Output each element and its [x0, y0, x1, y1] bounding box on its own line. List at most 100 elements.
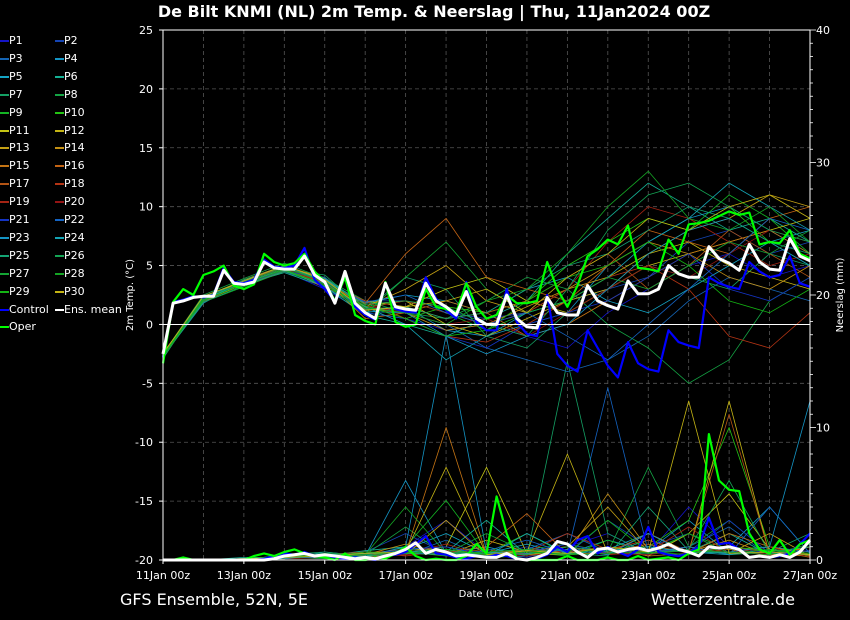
- y2-tick-label: 20: [816, 289, 830, 302]
- legend-swatch: [0, 201, 9, 204]
- x-tick-label: 27Jan 00z: [783, 569, 837, 582]
- legend-swatch: [0, 254, 9, 257]
- legend-label: P30: [64, 284, 85, 298]
- y-tick-label: 20: [139, 83, 153, 96]
- x-tick-label: 13Jan 00z: [217, 569, 271, 582]
- x-tick-label: 21Jan 00z: [540, 569, 594, 582]
- legend-item-p17: P17: [0, 177, 30, 191]
- legend-label: P5: [9, 69, 23, 83]
- grid: [163, 30, 810, 560]
- legend-label: P11: [9, 123, 30, 137]
- legend-swatch: [0, 165, 9, 168]
- legend-label: Ens. mean: [64, 302, 122, 316]
- legend-swatch: [55, 111, 64, 114]
- legend-swatch: [0, 111, 9, 114]
- y2-tick-label: 10: [816, 422, 830, 435]
- site-credit: Wetterzentrale.de: [650, 590, 795, 609]
- legend-label: P12: [64, 123, 85, 137]
- legend-item-control: Control: [0, 303, 49, 317]
- legend-swatch: [0, 308, 9, 311]
- legend-swatch: [0, 57, 9, 60]
- y2-axis-label: Neerslag (mm): [835, 257, 846, 332]
- legend-item-p20: P20: [55, 195, 85, 209]
- legend-label: P7: [9, 87, 23, 101]
- legend-swatch: [0, 183, 9, 186]
- legend-label: P1: [9, 34, 23, 47]
- legend-swatch: [0, 290, 9, 293]
- y2-tick-label: 40: [816, 24, 830, 37]
- legend-item-p22: P22: [55, 213, 85, 227]
- legend-label: P22: [64, 213, 85, 226]
- legend-item-oper: Oper: [0, 320, 36, 334]
- legend-swatch: [55, 75, 64, 78]
- y-tick-label: -20: [135, 554, 153, 567]
- legend-label: P10: [64, 105, 85, 119]
- legend-item-p10: P10: [55, 106, 85, 120]
- legend-label: P16: [64, 159, 85, 173]
- legend-label: P14: [64, 141, 85, 155]
- y-tick-label: -10: [135, 436, 153, 449]
- legend-swatch: [55, 201, 64, 204]
- legend-item-p26: P26: [55, 249, 85, 263]
- chart-canvas: -20 -15 -10 -5 0 5 10 15 20 25 0 10 20 30 40 11Jan 00z 1…: [125, 24, 846, 600]
- legend-label: Oper: [9, 320, 36, 334]
- legend-label: P25: [9, 248, 30, 262]
- legend-item-p25: P25: [0, 249, 30, 263]
- legend-swatch: [55, 254, 64, 257]
- legend-item-p19: P19: [0, 195, 30, 209]
- legend-swatch: [0, 75, 9, 78]
- legend-swatch: [55, 129, 64, 132]
- y-tick-label: -5: [142, 377, 153, 390]
- model-info: GFS Ensemble, 52N, 5E: [120, 590, 308, 609]
- legend-label: P17: [9, 177, 30, 191]
- legend-item-p7: P7: [0, 88, 23, 102]
- legend-swatch: [55, 308, 64, 311]
- y-tick-label: 5: [146, 260, 153, 273]
- legend-item-p6: P6: [55, 70, 78, 84]
- legend-item-p21: P21: [0, 213, 30, 227]
- y-tick-label: 0: [146, 318, 153, 331]
- legend-swatch: [55, 93, 64, 96]
- legend-swatch: [55, 147, 64, 150]
- legend-item-p1: P1: [0, 34, 23, 48]
- legend-swatch: [55, 183, 64, 186]
- legend-swatch: [0, 129, 9, 132]
- legend-swatch: [55, 40, 64, 42]
- y2-tick-label: 0: [816, 554, 823, 567]
- legend-swatch: [55, 219, 64, 221]
- y-axis-label: 2m Temp. (°C): [125, 259, 136, 331]
- legend-label: P29: [9, 284, 30, 298]
- legend-item-p4: P4: [55, 52, 78, 66]
- y-tick-label: -15: [135, 495, 153, 508]
- legend-label: P18: [64, 177, 85, 191]
- legend-item-p16: P16: [55, 159, 85, 173]
- legend-label: P6: [64, 69, 78, 83]
- legend-item-p24: P24: [55, 231, 85, 245]
- legend-label: P19: [9, 195, 30, 209]
- legend-swatch: [55, 272, 64, 275]
- legend-swatch: [0, 219, 9, 221]
- legend-swatch: [55, 57, 64, 60]
- legend-swatch: [0, 93, 9, 96]
- legend-swatch: [0, 147, 9, 150]
- legend-swatch: [0, 236, 9, 239]
- legend-item-p5: P5: [0, 70, 23, 84]
- legend-label: P26: [64, 248, 85, 262]
- legend-swatch: [0, 272, 9, 275]
- legend-label: Control: [9, 302, 49, 316]
- legend-label: P13: [9, 141, 30, 155]
- y-tick-label: 25: [139, 24, 153, 37]
- legend-item-p28: P28: [55, 267, 85, 281]
- x-tick-label: 15Jan 00z: [298, 569, 352, 582]
- legend-label: P8: [64, 87, 78, 101]
- y-tick-label: 15: [139, 142, 153, 155]
- legend-item-p11: P11: [0, 124, 30, 138]
- legend-label: P3: [9, 51, 23, 65]
- legend-label: P28: [64, 266, 85, 280]
- legend-swatch: [55, 165, 64, 168]
- legend-label: P15: [9, 159, 30, 173]
- legend-label: P27: [9, 266, 30, 280]
- temp-lines: [161, 170, 811, 384]
- legend-label: P24: [64, 230, 85, 244]
- legend-swatch: [0, 40, 9, 42]
